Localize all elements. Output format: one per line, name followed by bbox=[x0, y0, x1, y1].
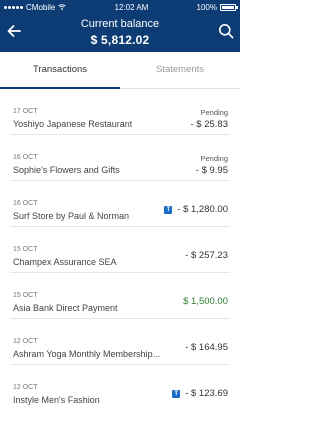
transaction-amount: - $ 25.83 bbox=[190, 119, 229, 130]
transaction-amount: - $ 123.69 bbox=[185, 388, 228, 399]
transaction-date: 16 OCT bbox=[13, 200, 38, 207]
battery-group: 100% bbox=[196, 2, 238, 12]
transaction-row[interactable]: 16 OCT Sophie's Flowers and Gifts Pendin… bbox=[10, 135, 230, 181]
transaction-date: 12 OCT bbox=[13, 338, 38, 345]
clock: 12:02 AM bbox=[114, 2, 149, 12]
search-icon[interactable] bbox=[218, 23, 234, 39]
transaction-row[interactable]: 17 OCT Yoshiyo Japanese Restaurant Pendi… bbox=[10, 89, 230, 135]
battery-percent: 100% bbox=[196, 2, 217, 12]
signal-icon bbox=[4, 5, 23, 9]
transaction-row[interactable]: 15 OCT Champex Assurance SEA - $ 257.23 bbox=[10, 227, 230, 273]
transaction-merchant: Surf Store by Paul & Norman bbox=[13, 211, 130, 221]
transaction-date: 15 OCT bbox=[13, 292, 38, 299]
tab-transactions[interactable]: Transactions bbox=[0, 52, 120, 89]
transaction-merchant: Ashram Yoga Monthly Membership... bbox=[13, 349, 161, 359]
transaction-amount: - $ 257.23 bbox=[185, 250, 228, 261]
transaction-date: 12 OCT bbox=[13, 384, 38, 391]
transaction-date: 16 OCT bbox=[13, 154, 38, 161]
balance-title: Current balance bbox=[80, 18, 160, 30]
wifi-icon bbox=[58, 4, 67, 10]
amount-group: T - $ 123.69 bbox=[172, 388, 228, 399]
transaction-row[interactable]: 12 OCT Instyle Men's Fashion T - $ 123.6… bbox=[10, 365, 230, 411]
battery-icon bbox=[220, 3, 238, 11]
tab-bar: Transactions Statements bbox=[0, 52, 240, 89]
app-header: Current balance $ 5,812.02 bbox=[0, 14, 240, 52]
balance-amount: $ 5,812.02 bbox=[90, 33, 150, 47]
pending-label: Pending bbox=[200, 154, 228, 163]
transaction-merchant: Instyle Men's Fashion bbox=[13, 395, 100, 405]
transaction-amount: $ 1,500.00 bbox=[183, 296, 228, 307]
amount-group: T - $ 1,280.00 bbox=[164, 204, 228, 215]
card-icon: T bbox=[164, 205, 173, 214]
carrier-group: CMobile bbox=[4, 2, 67, 12]
card-icon: T bbox=[172, 389, 181, 398]
transaction-merchant: Yoshiyo Japanese Restaurant bbox=[13, 119, 133, 129]
transaction-row[interactable]: 15 OCT Asia Bank Direct Payment $ 1,500.… bbox=[10, 273, 230, 319]
transaction-merchant: Champex Assurance SEA bbox=[13, 257, 117, 267]
status-bar: CMobile 12:02 AM 100% bbox=[0, 0, 240, 14]
transaction-list: 17 OCT Yoshiyo Japanese Restaurant Pendi… bbox=[0, 89, 240, 411]
transaction-date: 17 OCT bbox=[13, 108, 38, 115]
transaction-merchant: Asia Bank Direct Payment bbox=[13, 303, 118, 313]
transaction-row[interactable]: 12 OCT Ashram Yoga Monthly Membership...… bbox=[10, 319, 230, 365]
transaction-amount: - $ 9.95 bbox=[195, 165, 228, 176]
pending-label: Pending bbox=[200, 108, 228, 117]
transaction-amount: - $ 1,280.00 bbox=[177, 204, 228, 215]
transaction-row[interactable]: 16 OCT Surf Store by Paul & Norman T - $… bbox=[10, 181, 230, 227]
transaction-date: 15 OCT bbox=[13, 246, 38, 253]
carrier-name: CMobile bbox=[26, 2, 56, 12]
tab-statements[interactable]: Statements bbox=[120, 52, 240, 88]
transaction-amount: - $ 164.95 bbox=[185, 342, 228, 353]
transaction-merchant: Sophie's Flowers and Gifts bbox=[13, 165, 120, 175]
